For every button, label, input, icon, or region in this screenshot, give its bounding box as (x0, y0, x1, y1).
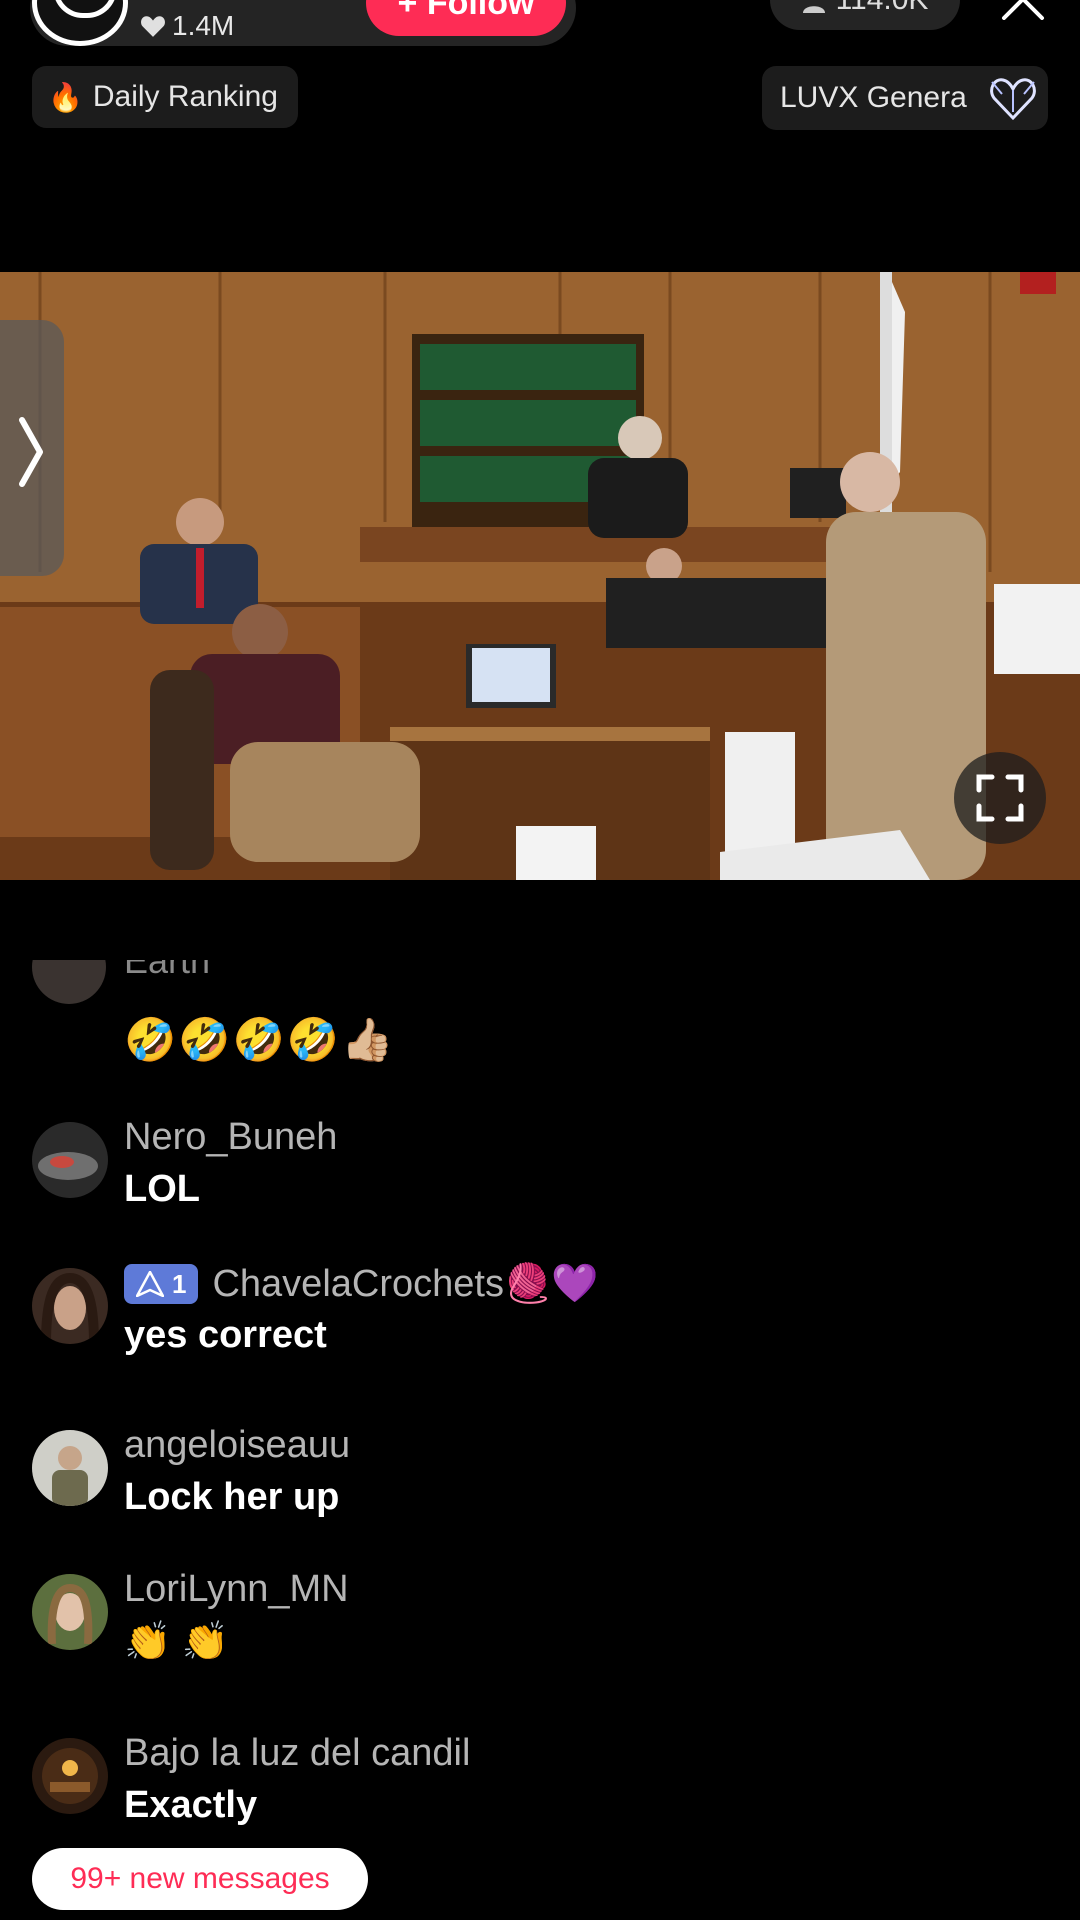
avatar[interactable] (32, 1122, 108, 1198)
heart-icon (141, 16, 165, 37)
chat-message[interactable]: Bajo la luz del candil Exactly (0, 1732, 1080, 1850)
chat-username[interactable]: Earth (124, 960, 210, 982)
chat-message[interactable]: angeloiseauu Lock her up (0, 1424, 1080, 1550)
new-messages-button[interactable]: 99+ new messages (32, 1848, 368, 1910)
close-icon[interactable] (1000, 0, 1046, 20)
chat-message-text: LOL (124, 1168, 200, 1210)
person-icon (802, 6, 825, 13)
daily-ranking-label: Daily Ranking (92, 80, 278, 113)
chat-message[interactable]: 1 ChavelaCrochets🧶💜 yes correct (0, 1263, 1080, 1388)
avatar[interactable] (32, 1738, 108, 1814)
chat-message-text: Exactly (124, 1784, 258, 1826)
chat-username[interactable]: angeloiseauu (124, 1424, 350, 1467)
viewers-pill[interactable]: 114.0K (770, 0, 960, 30)
heart-wings-icon (990, 78, 1036, 121)
live-video[interactable] (0, 272, 1080, 880)
chat-username-text[interactable]: ChavelaCrochets🧶💜 (212, 1262, 598, 1306)
chat-username[interactable]: Nero_Buneh (124, 1116, 337, 1159)
chat-message-text: 🤣🤣🤣🤣👍🏼 (124, 1016, 396, 1063)
avatar[interactable] (32, 1430, 108, 1506)
chat-username[interactable]: 1 ChavelaCrochets🧶💜 (124, 1262, 599, 1306)
chat-message[interactable]: LoriLynn_MN 👏 👏 (0, 1568, 1080, 1694)
courtroom-scene (0, 272, 1080, 880)
chat-message[interactable]: Nero_Buneh LOL (0, 1116, 1080, 1242)
gift-banner-label: LUVX Genera (780, 81, 967, 114)
avatar[interactable] (32, 960, 106, 1004)
chat-username[interactable]: Bajo la luz del candil (124, 1732, 470, 1775)
side-panel-handle[interactable] (0, 320, 64, 576)
chat-message-text: Lock her up (124, 1476, 340, 1518)
level-badge: 1 (124, 1264, 199, 1304)
chat-message-text: 👏 👏 (124, 1621, 230, 1663)
avatar[interactable] (32, 1268, 108, 1344)
flame-icon: 🔥 (48, 81, 83, 113)
gift-banner-pill[interactable]: LUVX Genera (762, 66, 1048, 130)
level-badge-icon (136, 1271, 164, 1297)
likes-count: 1.4M (140, 10, 234, 42)
chat-username[interactable]: LoriLynn_MN (124, 1568, 349, 1611)
fullscreen-button[interactable] (954, 752, 1046, 844)
chat-message-text: yes correct (124, 1314, 327, 1356)
fullscreen-icon (976, 774, 1024, 822)
follow-button[interactable]: + Follow (366, 0, 566, 36)
daily-ranking-pill[interactable]: 🔥 Daily Ranking (32, 66, 298, 128)
level-number: 1 (172, 1268, 187, 1299)
likes-value: 1.4M (172, 10, 235, 41)
chat-feed[interactable]: Earth 🤣🤣🤣🤣👍🏼 Nero_Buneh LOL 1 ChavelaCro… (0, 960, 1080, 1850)
chevron-right-icon (19, 417, 43, 487)
avatar[interactable] (32, 1574, 108, 1650)
viewers-count: 114.0K (836, 0, 929, 17)
